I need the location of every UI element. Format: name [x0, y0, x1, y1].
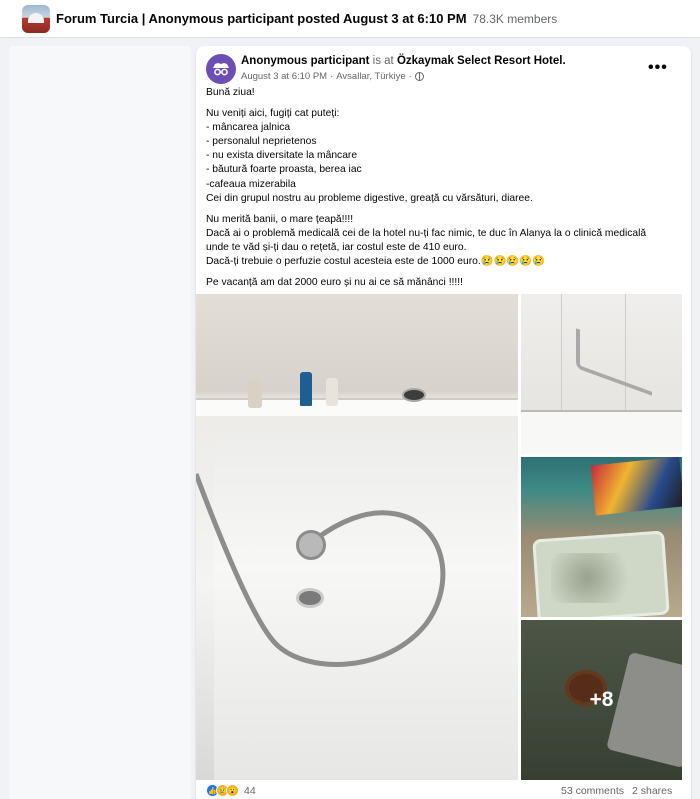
meta-separator: ·: [330, 71, 334, 82]
post-author-name[interactable]: Anonymous participant: [241, 55, 369, 67]
post-text-line: Nu merită banii, o mare țeapă!!!!: [206, 213, 354, 225]
incognito-icon: [213, 63, 229, 76]
bathtub-drain: [296, 588, 324, 608]
post-text-line: Dacă ai o problemă medicală cei de la ho…: [206, 227, 647, 239]
left-empty-panel: [10, 46, 190, 799]
dirt-stain: [551, 553, 641, 603]
group-header-bar: Forum Turcia | Anonymous participant pos…: [0, 0, 700, 38]
post-text-line: Pe vacanță am dat 2000 euro și nu ai ce …: [206, 277, 463, 289]
more-options-icon[interactable]: •••: [648, 59, 668, 77]
tile-line: [561, 294, 562, 414]
tub-ledge: [521, 410, 682, 454]
photo-grab-bar[interactable]: [521, 294, 682, 454]
photo-sunbed[interactable]: [521, 457, 682, 617]
grab-bar: [576, 328, 652, 396]
wow-reaction-icon: 😮: [226, 784, 239, 797]
post-text-line: - mâncarea jalnica: [206, 122, 291, 134]
photo-beach-more[interactable]: +8: [521, 620, 682, 780]
more-photos-count: +8: [589, 688, 614, 711]
post-text-line: Nu veniți aici, fugiți cat puteți:: [206, 108, 340, 120]
group-member-count: 78.3K members: [472, 11, 558, 26]
post-text-line: -cafeaua mizerabila: [206, 178, 296, 190]
meta-separator: ·: [408, 71, 412, 82]
reaction-count: 44: [244, 784, 256, 797]
photo-grid: +8: [196, 294, 691, 780]
post-author-line: Anonymous participant is at Özkaymak Sel…: [241, 55, 566, 67]
post-footer: 👍 😢 😮 44 53 comments 2 shares: [196, 784, 691, 799]
more-photos-overlay: +8: [521, 620, 682, 780]
post-text-line: - nu exista diversitate la mâncare: [206, 150, 358, 162]
post-text-line: Cei din grupul nostru au probleme digest…: [206, 192, 533, 204]
shower-head: [296, 530, 326, 560]
photo-bathtub[interactable]: [196, 294, 518, 780]
post-body: Bună ziua! Nu veniți aici, fugiți cat pu…: [206, 86, 686, 290]
post-place-link[interactable]: Özkaymak Select Resort Hotel.: [397, 55, 566, 67]
post-text-line: Bună ziua!: [206, 87, 255, 98]
post-text-line: unde te văd și-ți dau o rețetă, iar cost…: [206, 241, 467, 253]
post-text-line: Dacă-ți trebuie o perfuzie costul aceste…: [206, 256, 545, 268]
globe-icon: [414, 72, 424, 81]
post-card: Anonymous participant is at Özkaymak Sel…: [196, 46, 691, 799]
shares-count-link[interactable]: 2 shares: [632, 785, 672, 797]
group-thumbnail[interactable]: [22, 4, 50, 33]
comments-count-link[interactable]: 53 comments: [561, 785, 624, 797]
post-text-line: - băutură foarte proasta, berea iac: [206, 164, 362, 176]
beach-book: [590, 457, 682, 516]
reactions-summary[interactable]: 👍 😢 😮 44: [206, 784, 256, 797]
group-header-title[interactable]: Forum Turcia | Anonymous participant pos…: [56, 11, 467, 26]
post-timestamp[interactable]: August 3 at 6:10 PM: [241, 71, 327, 82]
post-location[interactable]: Avsallar, Türkiye: [336, 71, 405, 82]
post-is-at-text: is at: [372, 55, 394, 67]
post-text-line: - personalul neprietenos: [206, 136, 317, 148]
post-meta: August 3 at 6:10 PM · Avsallar, Türkiye …: [241, 71, 424, 82]
shower-hose: [196, 473, 446, 667]
anonymous-avatar[interactable]: [206, 54, 236, 84]
